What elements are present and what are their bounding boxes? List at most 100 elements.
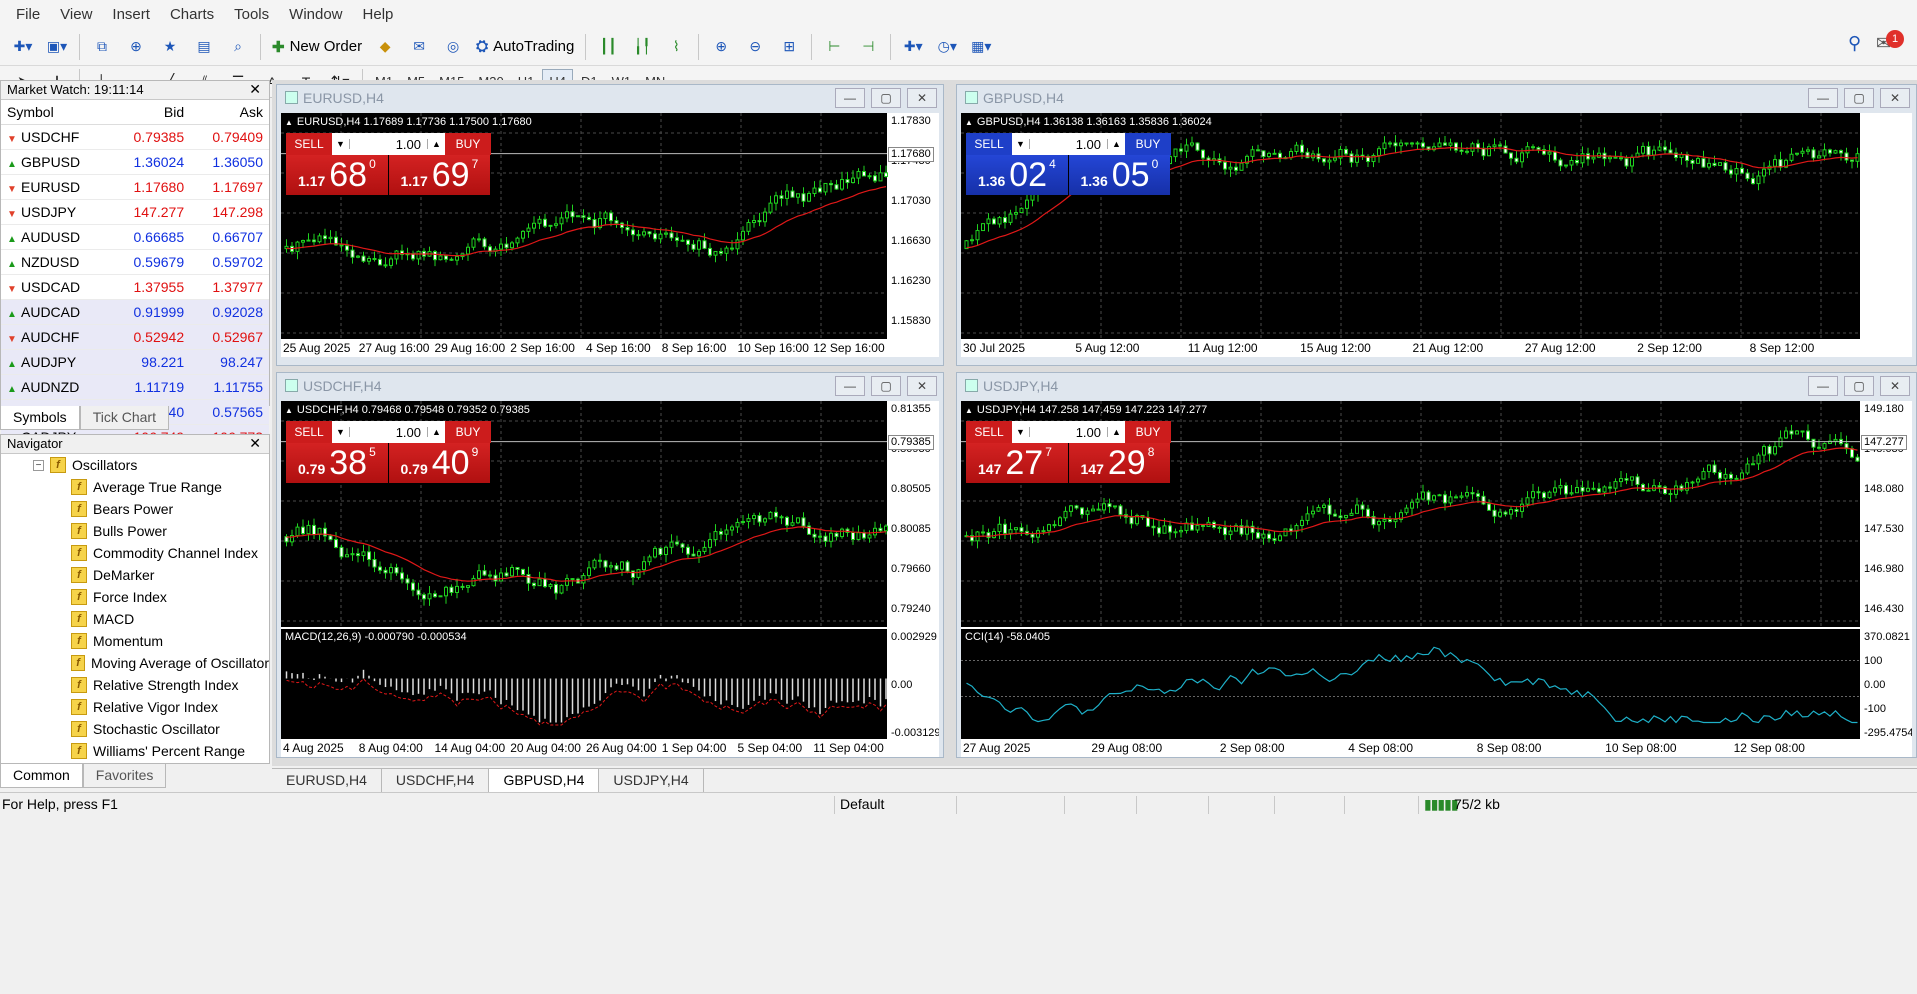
sell-button[interactable]: SELL	[966, 421, 1012, 443]
metaeditor-icon[interactable]: ◆	[370, 33, 400, 61]
tab-usdchf-h4[interactable]: USDCHF,H4	[382, 769, 490, 792]
indicators-icon[interactable]: ✚▾	[898, 33, 928, 61]
menu-tools[interactable]: Tools	[224, 6, 279, 23]
navigator-indicator-item[interactable]: f Commodity Channel Index	[71, 542, 269, 564]
market-watch-row[interactable]: ▲ AUDUSD 0.66685 0.66707	[1, 224, 269, 250]
chart-window[interactable]: USDJPY,H4 — ▢ ✕ ▲ USDJPY,H4 147.258 147.459…	[956, 372, 1917, 758]
minimize-icon[interactable]: —	[835, 88, 865, 108]
chevron-down-icon[interactable]: ▼	[332, 139, 350, 149]
close-icon[interactable]: ✕	[1880, 376, 1910, 396]
navigator-indicator-item[interactable]: f Relative Vigor Index	[71, 696, 269, 718]
bar-chart-icon[interactable]: ┃┃	[593, 33, 623, 61]
tab-common[interactable]: Common	[0, 764, 83, 788]
minimize-icon[interactable]: —	[1808, 88, 1838, 108]
chevron-up-icon[interactable]: ▲	[1107, 139, 1125, 149]
chevron-down-icon[interactable]: ▼	[1012, 427, 1030, 437]
collapse-icon[interactable]: −	[33, 459, 44, 471]
new-order-button[interactable]: ✚ New Order	[272, 38, 362, 56]
zoom-out-icon[interactable]: ⊖	[740, 33, 770, 61]
sell-button[interactable]: SELL	[286, 133, 332, 155]
menu-file[interactable]: File	[6, 6, 50, 23]
lot-size-input[interactable]: ▼ 1.00 ▲	[1012, 421, 1125, 443]
chevron-up-icon[interactable]: ▲	[1107, 427, 1125, 437]
autotrading-button[interactable]: ⛭ AutoTrading	[476, 38, 574, 55]
tab-gbpusd-h4[interactable]: GBPUSD,H4	[489, 769, 600, 792]
chart-canvas[interactable]: ▲ EURUSD,H4 1.17689 1.17736 1.17500 1.176…	[281, 113, 939, 357]
menu-help[interactable]: Help	[353, 6, 404, 23]
chart-canvas[interactable]: ▲ GBPUSD,H4 1.36138 1.36163 1.35836 1.360…	[961, 113, 1912, 357]
navigator-indicator-item[interactable]: f Momentum	[71, 630, 269, 652]
menu-insert[interactable]: Insert	[102, 6, 160, 23]
menu-charts[interactable]: Charts	[160, 6, 224, 23]
lot-size-input[interactable]: ▼ 1.00 ▲	[332, 133, 445, 155]
buy-button[interactable]: BUY	[1125, 133, 1171, 155]
column-header-symbol[interactable]: Symbol	[1, 100, 112, 125]
market-watch-row[interactable]: ▲ NZDUSD 0.59679 0.59702	[1, 249, 269, 275]
chart-canvas[interactable]: ▲ USDCHF,H4 0.79468 0.79548 0.79352 0.793…	[281, 401, 939, 757]
chart-canvas[interactable]: ▲ USDJPY,H4 147.258 147.459 147.223 147.2…	[961, 401, 1912, 757]
sell-price-box[interactable]: 0.79 38 5	[286, 443, 388, 483]
close-icon[interactable]: ✕	[249, 435, 261, 452]
column-header-ask[interactable]: Ask	[190, 100, 269, 125]
market-watch-row[interactable]: ▼ USDCHF 0.79385 0.79409	[1, 124, 269, 150]
menu-view[interactable]: View	[50, 6, 102, 23]
navigator-indicator-item[interactable]: f Bulls Power	[71, 520, 269, 542]
navigator-icon[interactable]: ★	[155, 33, 185, 61]
tree-group-oscillators[interactable]: − f Oscillators	[33, 454, 269, 476]
market-watch-row[interactable]: ▲ AUDCAD 0.91999 0.92028	[1, 299, 269, 325]
chevron-down-icon[interactable]: ▼	[332, 427, 350, 437]
tile-windows-icon[interactable]: ⊞	[774, 33, 804, 61]
chevron-up-icon[interactable]: ▲	[427, 139, 445, 149]
strategy-tester-icon[interactable]: ⌕	[223, 33, 253, 61]
navigator-indicator-item[interactable]: f Williams' Percent Range	[71, 740, 269, 762]
sell-price-box[interactable]: 147 27 7	[966, 443, 1068, 483]
lot-size-input[interactable]: ▼ 1.00 ▲	[332, 421, 445, 443]
buy-price-box[interactable]: 147 29 8	[1068, 443, 1170, 483]
buy-button[interactable]: BUY	[445, 421, 491, 443]
navigator-indicator-item[interactable]: f Bears Power	[71, 498, 269, 520]
navigator-indicator-item[interactable]: f Force Index	[71, 586, 269, 608]
tab-favorites[interactable]: Favorites	[82, 764, 167, 788]
data-window-icon[interactable]: ⊕	[121, 33, 151, 61]
chart-window-title-bar[interactable]: USDCHF,H4 — ▢ ✕	[277, 373, 943, 399]
tab-symbols[interactable]: Symbols	[0, 406, 80, 430]
buy-price-box[interactable]: 1.36 05 0	[1068, 155, 1170, 195]
close-icon[interactable]: ✕	[907, 88, 937, 108]
market-watch-icon[interactable]: ⧉	[87, 33, 117, 61]
buy-price-box[interactable]: 0.79 40 9	[388, 443, 490, 483]
buy-button[interactable]: BUY	[445, 133, 491, 155]
menu-window[interactable]: Window	[279, 6, 352, 23]
candlestick-icon[interactable]: ╽╿	[627, 33, 657, 61]
market-watch-row[interactable]: ▼ USDCAD 1.37955 1.37977	[1, 274, 269, 300]
navigator-indicator-item[interactable]: f Average True Range	[71, 476, 269, 498]
profiles-icon[interactable]: ▣▾	[42, 33, 72, 61]
chart-window[interactable]: EURUSD,H4 — ▢ ✕ ▲ EURUSD,H4 1.17689 1.17736…	[276, 84, 944, 366]
signals-icon[interactable]: ◎	[438, 33, 468, 61]
market-watch-row[interactable]: ▼ USDJPY 147.277 147.298	[1, 199, 269, 225]
chart-window-title-bar[interactable]: USDJPY,H4 — ▢ ✕	[957, 373, 1916, 399]
templates-icon[interactable]: ▦▾	[966, 33, 996, 61]
market-watch-row[interactable]: ▼ AUDCHF 0.52942 0.52967	[1, 324, 269, 350]
line-chart-icon[interactable]: ⌇	[661, 33, 691, 61]
sell-price-box[interactable]: 1.17 68 0	[286, 155, 388, 195]
chart-window-title-bar[interactable]: EURUSD,H4 — ▢ ✕	[277, 85, 943, 111]
zoom-in-icon[interactable]: ⊕	[706, 33, 736, 61]
search-icon[interactable]: ⚲	[1848, 33, 1861, 54]
terminal-icon[interactable]: ▤	[189, 33, 219, 61]
maximize-icon[interactable]: ▢	[1844, 376, 1874, 396]
new-chart-icon[interactable]: ✚▾	[8, 33, 38, 61]
chart-window-title-bar[interactable]: GBPUSD,H4 — ▢ ✕	[957, 85, 1916, 111]
navigator-indicator-item[interactable]: f Stochastic Oscillator	[71, 718, 269, 740]
maximize-icon[interactable]: ▢	[871, 88, 901, 108]
navigator-indicator-item[interactable]: f Moving Average of Oscillator	[71, 652, 269, 674]
column-header-bid[interactable]: Bid	[111, 100, 191, 125]
close-icon[interactable]: ✕	[907, 376, 937, 396]
market-watch-row[interactable]: ▲ AUDNZD 1.11719 1.11755	[1, 374, 269, 400]
lot-size-input[interactable]: ▼ 1.00 ▲	[1012, 133, 1125, 155]
sell-button[interactable]: SELL	[286, 421, 332, 443]
tab-eurusd-h4[interactable]: EURUSD,H4	[272, 769, 382, 792]
navigator-indicator-item[interactable]: f DeMarker	[71, 564, 269, 586]
close-icon[interactable]: ✕	[1880, 88, 1910, 108]
autoscroll-icon[interactable]: ⊢	[819, 33, 849, 61]
minimize-icon[interactable]: —	[1808, 376, 1838, 396]
